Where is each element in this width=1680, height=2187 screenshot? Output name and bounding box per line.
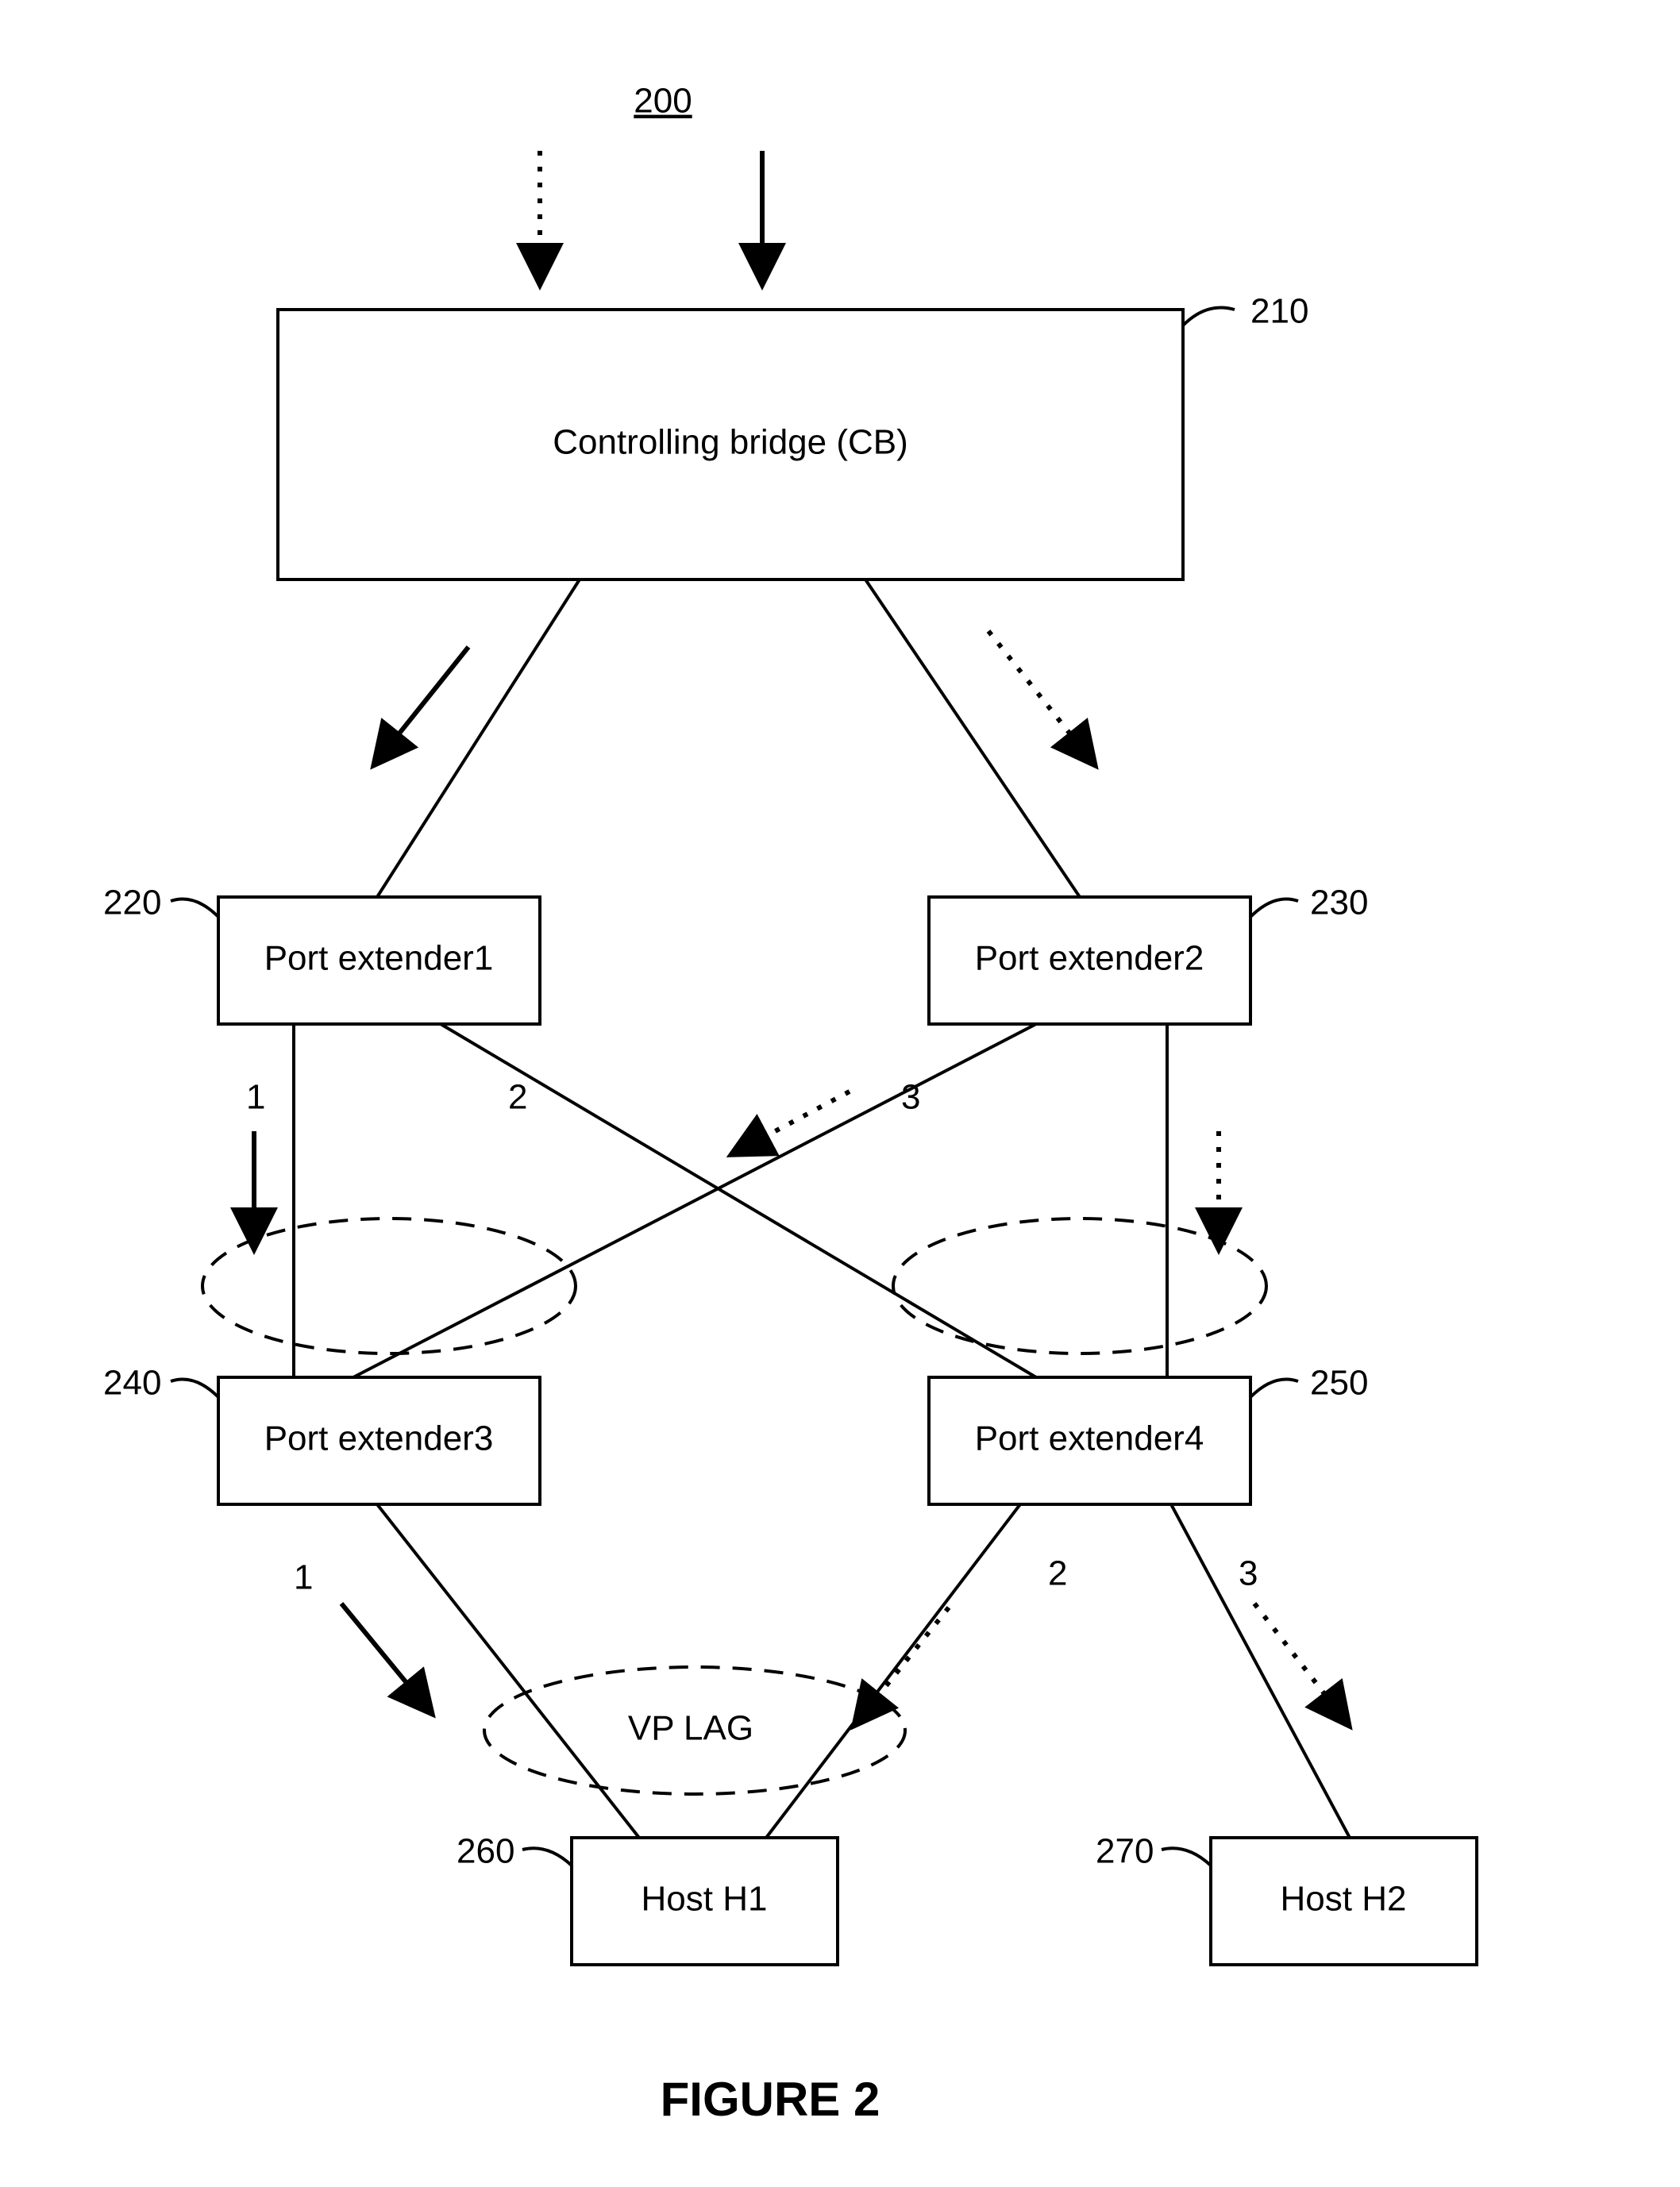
controlling-bridge-label: Controlling bridge (CB) — [553, 423, 908, 462]
leader-260 — [522, 1848, 572, 1865]
figure-reference: 200 — [634, 82, 692, 121]
leader-210 — [1183, 308, 1235, 326]
host-h1-label: Host H1 — [642, 1880, 768, 1919]
leader-230 — [1250, 899, 1298, 918]
edge-pe2-pe3 — [353, 1024, 1036, 1377]
pe1-label: Port extender1 — [264, 939, 494, 978]
edge-pe4-h2 — [1171, 1504, 1350, 1838]
pe3-label: Port extender3 — [264, 1419, 494, 1458]
arrow-pe4-h1 — [853, 1608, 949, 1727]
port-extender-1: Port extender1 — [218, 897, 540, 1024]
ref-220: 220 — [103, 884, 161, 922]
controlling-bridge: Controlling bridge (CB) — [278, 310, 1183, 579]
figure-diagram: 200 Controlling bridge (CB) 210 Port ext… — [0, 0, 1680, 2187]
ref-250: 250 — [1310, 1364, 1368, 1403]
figure-title: FIGURE 2 — [661, 2073, 880, 2126]
arrow-pe2-pe3 — [730, 1092, 850, 1155]
leader-270 — [1162, 1848, 1211, 1865]
pe2-label: Port extender2 — [975, 939, 1204, 978]
port-extender-4: Port extender4 — [929, 1377, 1250, 1504]
ref-270: 270 — [1096, 1832, 1154, 1871]
host-h2: Host H2 — [1211, 1838, 1477, 1965]
port-label-2a: 2 — [508, 1078, 527, 1117]
arrow-pe3-h1 — [341, 1604, 433, 1715]
ref-230: 230 — [1310, 884, 1368, 922]
host-h2-label: Host H2 — [1281, 1880, 1407, 1919]
edge-cb-pe2 — [865, 579, 1080, 897]
edge-cb-pe1 — [377, 579, 580, 897]
ref-210: 210 — [1250, 292, 1308, 331]
port-label-1b: 1 — [294, 1558, 313, 1597]
port-extender-2: Port extender2 — [929, 897, 1250, 1024]
arrow-cb-pe2 — [988, 631, 1096, 766]
ref-240: 240 — [103, 1364, 161, 1403]
port-label-1a: 1 — [246, 1078, 265, 1117]
port-label-3a: 3 — [901, 1078, 920, 1117]
leader-220 — [171, 899, 218, 918]
ref-260: 260 — [457, 1832, 514, 1871]
edge-pe1-pe4 — [441, 1024, 1036, 1377]
port-extender-3: Port extender3 — [218, 1377, 540, 1504]
arrow-pe4-h2 — [1254, 1604, 1350, 1727]
edge-pe4-h1 — [766, 1504, 1020, 1838]
leader-250 — [1250, 1380, 1298, 1398]
arrow-cb-pe1 — [373, 647, 468, 766]
vp-lag-label: VP LAG — [628, 1709, 753, 1748]
pe4-label: Port extender4 — [975, 1419, 1204, 1458]
port-label-3b: 3 — [1239, 1554, 1258, 1593]
host-h1: Host H1 — [572, 1838, 838, 1965]
lag-ellipse-left — [202, 1219, 576, 1353]
lag-ellipse-right — [893, 1219, 1266, 1353]
leader-240 — [171, 1380, 218, 1398]
port-label-2b: 2 — [1048, 1554, 1067, 1593]
